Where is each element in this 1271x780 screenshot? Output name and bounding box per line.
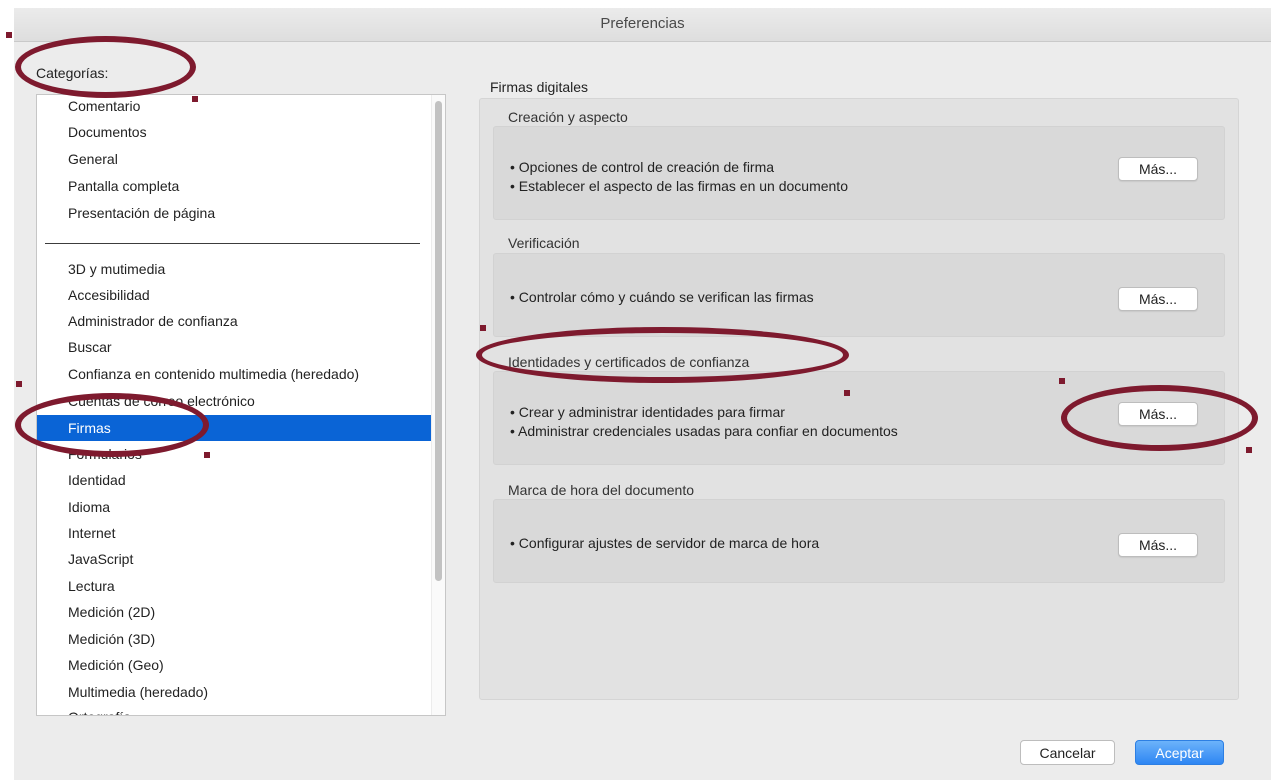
identidades-mas-button[interactable]: Más... (1118, 402, 1198, 426)
category-item-medicion-geo[interactable]: Medición (Geo) (37, 652, 431, 678)
section-line: • Controlar cómo y cuándo se verifican l… (510, 289, 814, 305)
category-item-buscar[interactable]: Buscar (37, 334, 431, 360)
category-item-formularios[interactable]: Formularios (37, 441, 431, 467)
section-line: • Administrar credenciales usadas para c… (510, 423, 898, 439)
category-item-javascript[interactable]: JavaScript (37, 546, 431, 572)
window-title: Preferencias (600, 15, 685, 32)
annotation-marker (1059, 378, 1065, 384)
category-item-ortografia[interactable]: Ortografía (37, 704, 431, 715)
category-item-comentario[interactable]: Comentario (37, 95, 431, 119)
section-line: • Opciones de control de creación de fir… (510, 159, 775, 175)
categories-label: Categorías: (36, 65, 109, 81)
annotation-marker (204, 452, 210, 458)
section-line: • Crear y administrar identidades para f… (510, 404, 785, 420)
category-item-internet[interactable]: Internet (37, 520, 431, 546)
signatures-heading: Firmas digitales (490, 79, 589, 95)
category-item-lectura[interactable]: Lectura (37, 573, 431, 599)
section-box-identidades: • Crear y administrar identidades para f… (493, 371, 1225, 465)
creacion-mas-button[interactable]: Más... (1118, 157, 1198, 181)
category-item-3d-multimedia[interactable]: 3D y mutimedia (37, 256, 431, 282)
category-item-presentacion-pagina[interactable]: Presentación de página (37, 200, 431, 226)
section-title-verificacion: Verificación (508, 235, 580, 251)
categories-list[interactable]: Comentario Documentos General Pantalla c… (36, 94, 446, 716)
accept-button[interactable]: Aceptar (1135, 740, 1224, 765)
verificacion-mas-button[interactable]: Más... (1118, 287, 1198, 311)
annotation-marker (844, 390, 850, 396)
section-box-marca-hora: • Configurar ajustes de servidor de marc… (493, 499, 1225, 583)
category-item-idioma[interactable]: Idioma (37, 494, 431, 520)
section-line: • Establecer el aspecto de las firmas en… (510, 178, 848, 194)
category-item-confianza-multimedia[interactable]: Confianza en contenido multimedia (hered… (37, 361, 431, 387)
marca-hora-mas-button[interactable]: Más... (1118, 533, 1198, 557)
section-box-creacion: • Opciones de control de creación de fir… (493, 126, 1225, 220)
cancel-button[interactable]: Cancelar (1020, 740, 1115, 765)
annotation-marker (6, 32, 12, 38)
section-box-verificacion: • Controlar cómo y cuándo se verifican l… (493, 253, 1225, 337)
annotation-marker (1246, 447, 1252, 453)
category-item-general[interactable]: General (37, 146, 431, 172)
category-separator (45, 243, 420, 244)
section-title-creacion: Creación y aspecto (508, 109, 628, 125)
section-title-identidades: Identidades y certificados de confianza (508, 354, 750, 370)
annotation-marker (480, 325, 486, 331)
category-item-documentos[interactable]: Documentos (37, 119, 431, 145)
title-bar[interactable]: Preferencias (14, 8, 1271, 42)
category-item-medicion-2d[interactable]: Medición (2D) (37, 599, 431, 625)
category-item-identidad[interactable]: Identidad (37, 467, 431, 493)
preferences-window: Preferencias Categorías: Comentario Docu… (14, 8, 1271, 780)
category-item-cuentas-correo[interactable]: Cuentas de correo electrónico (37, 388, 431, 414)
category-item-administrador-confianza[interactable]: Administrador de confianza (37, 308, 431, 334)
section-line: • Configurar ajustes de servidor de marc… (510, 535, 820, 551)
category-item-pantalla-completa[interactable]: Pantalla completa (37, 173, 431, 199)
category-item-multimedia-heredado[interactable]: Multimedia (heredado) (37, 679, 431, 705)
annotation-marker (16, 381, 22, 387)
section-title-marca-hora: Marca de hora del documento (508, 482, 694, 498)
category-item-medicion-3d[interactable]: Medición (3D) (37, 626, 431, 652)
categories-scrollbar[interactable] (431, 95, 445, 715)
annotation-marker (192, 96, 198, 102)
category-item-firmas[interactable]: Firmas (37, 415, 431, 441)
scroll-thumb[interactable] (435, 101, 442, 581)
category-item-accesibilidad[interactable]: Accesibilidad (37, 282, 431, 308)
